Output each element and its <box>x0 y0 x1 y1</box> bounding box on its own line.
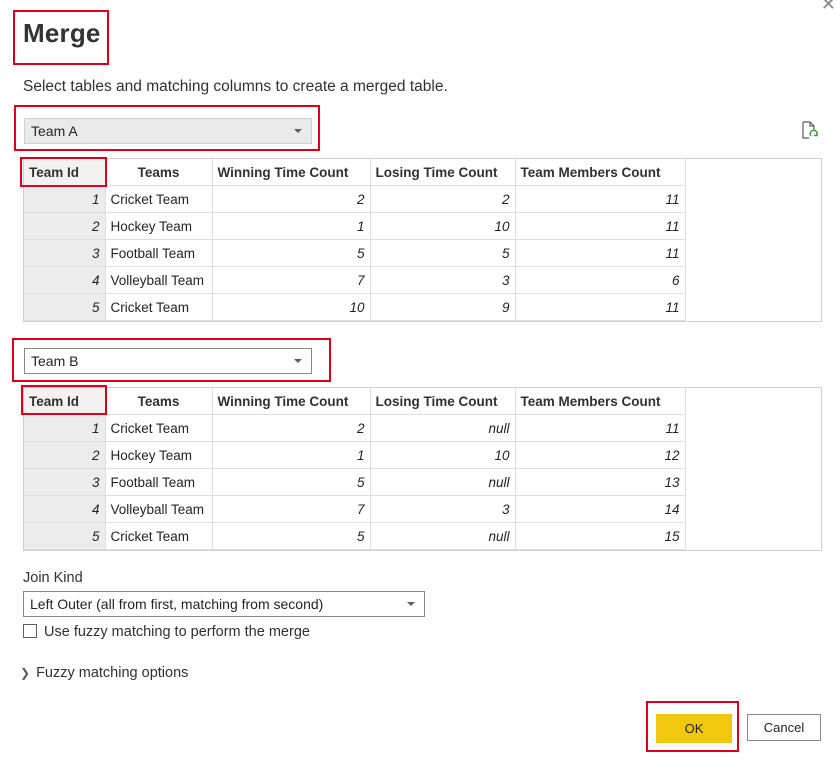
dialog-title: Merge <box>23 18 101 48</box>
cell-losing: 3 <box>370 495 516 523</box>
cell-team-id: 3 <box>24 468 106 496</box>
cell-winning: 2 <box>212 185 371 213</box>
cell-winning: 2 <box>212 414 371 442</box>
table-row: 4 Volleyball Team 7 3 6 <box>24 266 686 294</box>
cell-teams: Football Team <box>105 239 213 267</box>
cell-members: 11 <box>515 185 686 213</box>
cell-members: 11 <box>515 212 686 240</box>
cell-team-id: 2 <box>24 212 106 240</box>
cell-teams: Hockey Team <box>105 212 213 240</box>
join-kind-label: Join Kind <box>23 570 83 586</box>
fuzzy-matching-options-label: Fuzzy matching options <box>36 665 189 681</box>
cell-members: 12 <box>515 441 686 469</box>
refresh-preview-icon[interactable] <box>800 121 820 141</box>
cell-losing: 3 <box>370 266 516 294</box>
table-b-dropdown-value: Team B <box>31 353 79 369</box>
cell-losing: null <box>370 522 516 550</box>
cell-teams: Cricket Team <box>105 185 213 213</box>
cell-team-id: 5 <box>24 522 106 550</box>
table-b-grid: Team Id Teams Winning Time Count Losing … <box>24 388 686 550</box>
ok-button[interactable]: OK <box>656 714 732 743</box>
table-row: 1 Cricket Team 2 null 11 <box>24 414 686 442</box>
cell-teams: Hockey Team <box>105 441 213 469</box>
cell-winning: 1 <box>212 212 371 240</box>
cell-members: 11 <box>515 414 686 442</box>
column-header-teams[interactable]: Teams <box>105 388 213 415</box>
table-row: 3 Football Team 5 null 13 <box>24 468 686 496</box>
cell-teams: Football Team <box>105 468 213 496</box>
column-header-teams[interactable]: Teams <box>105 159 213 186</box>
cell-team-id: 4 <box>24 266 106 294</box>
column-header-winning-time-count[interactable]: Winning Time Count <box>212 388 371 415</box>
cell-losing: null <box>370 414 516 442</box>
chevron-down-icon <box>294 359 302 363</box>
cell-team-id: 5 <box>24 293 106 321</box>
cell-winning: 5 <box>212 239 371 267</box>
cell-teams: Volleyball Team <box>105 495 213 523</box>
table-a-preview: Team Id Teams Winning Time Count Losing … <box>23 158 822 322</box>
cell-team-id: 4 <box>24 495 106 523</box>
column-header-team-members-count[interactable]: Team Members Count <box>515 159 686 186</box>
cancel-button[interactable]: Cancel <box>747 714 821 741</box>
cell-losing: 10 <box>370 441 516 469</box>
cell-winning: 10 <box>212 293 371 321</box>
cell-teams: Cricket Team <box>105 414 213 442</box>
chevron-down-icon <box>407 602 415 606</box>
table-b-dropdown[interactable]: Team B <box>24 348 312 374</box>
cell-team-id: 3 <box>24 239 106 267</box>
cell-teams: Cricket Team <box>105 293 213 321</box>
cell-teams: Volleyball Team <box>105 266 213 294</box>
fuzzy-matching-options-toggle[interactable]: ❯ Fuzzy matching options <box>20 665 188 681</box>
cell-members: 14 <box>515 495 686 523</box>
column-header-team-id[interactable]: Team Id <box>24 159 106 186</box>
cell-winning: 7 <box>212 495 371 523</box>
cell-members: 13 <box>515 468 686 496</box>
instructions-text: Select tables and matching columns to cr… <box>23 78 448 95</box>
table-a-grid: Team Id Teams Winning Time Count Losing … <box>24 159 686 321</box>
cell-team-id: 1 <box>24 185 106 213</box>
join-kind-value: Left Outer (all from first, matching fro… <box>30 596 324 612</box>
table-a-header-row: Team Id Teams Winning Time Count Losing … <box>24 159 686 186</box>
cell-winning: 7 <box>212 266 371 294</box>
chevron-down-icon <box>294 129 302 133</box>
cell-losing: 9 <box>370 293 516 321</box>
cell-winning: 1 <box>212 441 371 469</box>
table-row: 3 Football Team 5 5 11 <box>24 239 686 267</box>
column-header-winning-time-count[interactable]: Winning Time Count <box>212 159 371 186</box>
cell-winning: 5 <box>212 522 371 550</box>
cell-losing: 10 <box>370 212 516 240</box>
cell-losing: null <box>370 468 516 496</box>
cell-losing: 5 <box>370 239 516 267</box>
cell-winning: 5 <box>212 468 371 496</box>
column-header-losing-time-count[interactable]: Losing Time Count <box>370 159 516 186</box>
chevron-right-icon: ❯ <box>20 666 31 680</box>
table-row: 4 Volleyball Team 7 3 14 <box>24 495 686 523</box>
table-row: 2 Hockey Team 1 10 11 <box>24 212 686 240</box>
join-kind-dropdown[interactable]: Left Outer (all from first, matching fro… <box>23 591 425 617</box>
cell-members: 11 <box>515 239 686 267</box>
table-b-header-row: Team Id Teams Winning Time Count Losing … <box>24 388 686 415</box>
table-row: 5 Cricket Team 10 9 11 <box>24 293 686 321</box>
table-a-dropdown-value: Team A <box>31 123 78 139</box>
column-header-losing-time-count[interactable]: Losing Time Count <box>370 388 516 415</box>
cell-team-id: 1 <box>24 414 106 442</box>
cell-members: 11 <box>515 293 686 321</box>
table-row: 1 Cricket Team 2 2 11 <box>24 185 686 213</box>
table-a-dropdown[interactable]: Team A <box>24 118 312 144</box>
close-icon[interactable]: ✕ <box>821 0 836 15</box>
fuzzy-matching-label[interactable]: Use fuzzy matching to perform the merge <box>44 624 310 640</box>
column-header-team-members-count[interactable]: Team Members Count <box>515 388 686 415</box>
table-row: 5 Cricket Team 5 null 15 <box>24 522 686 550</box>
cell-losing: 2 <box>370 185 516 213</box>
table-row: 2 Hockey Team 1 10 12 <box>24 441 686 469</box>
fuzzy-matching-checkbox[interactable] <box>23 624 37 638</box>
column-header-team-id[interactable]: Team Id <box>24 388 106 415</box>
table-b-preview: Team Id Teams Winning Time Count Losing … <box>23 387 822 551</box>
cell-members: 6 <box>515 266 686 294</box>
cell-teams: Cricket Team <box>105 522 213 550</box>
cell-team-id: 2 <box>24 441 106 469</box>
cell-members: 15 <box>515 522 686 550</box>
